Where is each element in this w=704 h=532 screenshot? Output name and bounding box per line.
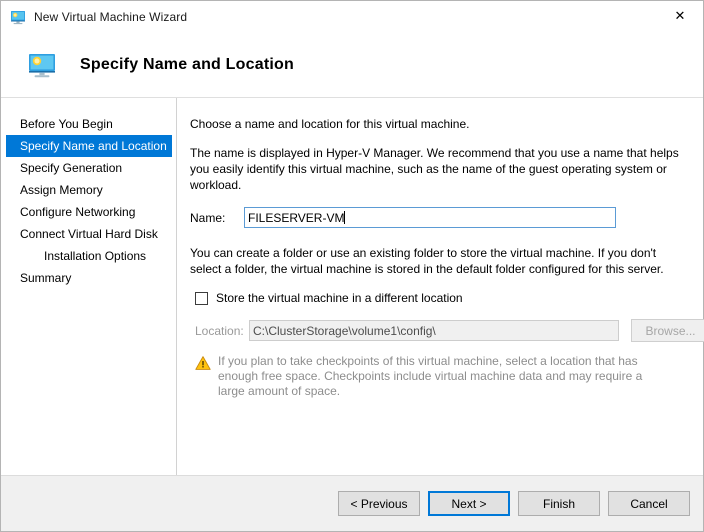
sidebar-item-specify-name-and-location[interactable]: Specify Name and Location xyxy=(6,135,172,157)
next-button[interactable]: Next > xyxy=(428,491,510,516)
name-input[interactable]: FILESERVER-VM xyxy=(244,207,616,228)
close-button[interactable]: ✕ xyxy=(657,1,703,31)
description-text: The name is displayed in Hyper-V Manager… xyxy=(190,146,679,192)
location-label: Location: xyxy=(195,323,244,338)
wizard-footer: < Previous Next > Finish Cancel xyxy=(1,475,703,531)
location-field-row: Location: C:\ClusterStorage\volume1\conf… xyxy=(195,319,704,342)
store-different-location-checkbox[interactable] xyxy=(195,291,208,305)
browse-button[interactable]: Browse... xyxy=(631,319,704,342)
wizard-content: Choose a name and location for this virt… xyxy=(177,98,704,475)
wizard-steps-sidebar: Before You Begin Specify Name and Locati… xyxy=(1,98,177,475)
page-title: Specify Name and Location xyxy=(80,55,294,73)
window-icon xyxy=(10,9,26,25)
wizard-header-icon xyxy=(26,49,58,81)
sidebar-item-connect-virtual-hard-disk[interactable]: Connect Virtual Hard Disk xyxy=(6,223,172,245)
previous-button[interactable]: < Previous xyxy=(338,491,420,516)
location-input[interactable]: C:\ClusterStorage\volume1\config\ xyxy=(249,320,619,341)
window-title: New Virtual Machine Wizard xyxy=(34,9,188,24)
name-label: Name: xyxy=(190,210,226,225)
sidebar-item-configure-networking[interactable]: Configure Networking xyxy=(6,201,172,223)
title-bar: New Virtual Machine Wizard ✕ xyxy=(1,1,703,32)
warning-triangle-icon xyxy=(195,355,211,371)
sidebar-item-installation-options[interactable]: Installation Options xyxy=(6,245,172,267)
wizard-header: Specify Name and Location xyxy=(1,32,703,98)
close-icon: ✕ xyxy=(674,8,686,24)
wizard-window: New Virtual Machine Wizard ✕ Specify Nam… xyxy=(0,0,704,532)
checkpoint-warning: If you plan to take checkpoints of this … xyxy=(195,354,665,399)
checkpoint-warning-text: If you plan to take checkpoints of this … xyxy=(218,354,643,398)
folder-description-text: You can create a folder or use an existi… xyxy=(190,246,664,276)
cancel-button[interactable]: Cancel xyxy=(608,491,690,516)
store-different-location-row[interactable]: Store the virtual machine in a different… xyxy=(195,291,704,305)
name-field-row: Name: FILESERVER-VM xyxy=(190,207,704,228)
text-caret xyxy=(344,211,346,224)
location-input-value: C:\ClusterStorage\volume1\config\ xyxy=(253,323,436,338)
intro-text: Choose a name and location for this virt… xyxy=(190,117,470,131)
finish-button[interactable]: Finish xyxy=(518,491,600,516)
wizard-body: Before You Begin Specify Name and Locati… xyxy=(1,98,704,475)
sidebar-item-before-you-begin[interactable]: Before You Begin xyxy=(6,113,172,135)
sidebar-item-specify-generation[interactable]: Specify Generation xyxy=(6,157,172,179)
sidebar-item-summary[interactable]: Summary xyxy=(6,267,172,289)
store-different-location-label: Store the virtual machine in a different… xyxy=(216,291,463,305)
name-input-value: FILESERVER-VM xyxy=(248,210,345,225)
sidebar-item-assign-memory[interactable]: Assign Memory xyxy=(6,179,172,201)
